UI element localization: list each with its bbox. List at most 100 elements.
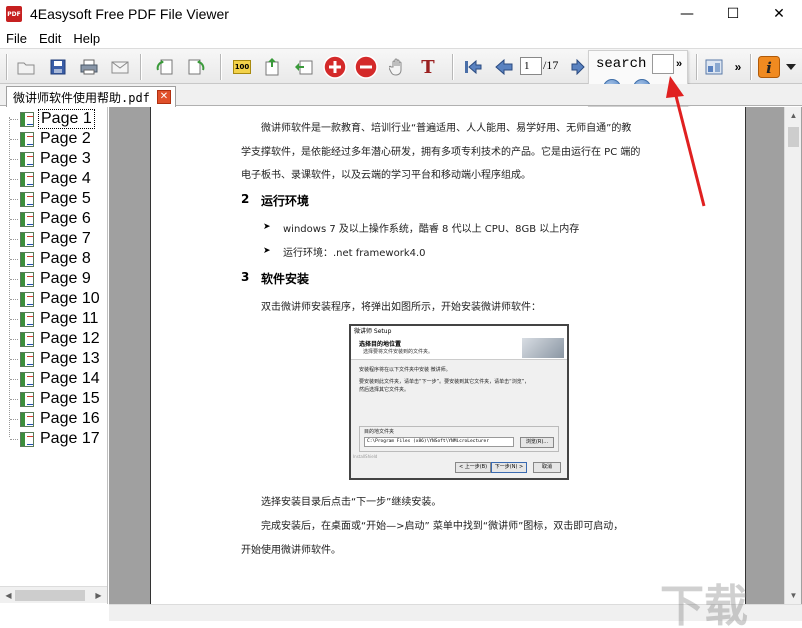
installer-title: 微讲师 Setup (351, 326, 567, 336)
menu-help[interactable]: Help (67, 31, 106, 46)
rotate-left-icon[interactable] (155, 57, 175, 77)
next-page-icon[interactable] (568, 57, 588, 77)
vertical-scroll-thumb[interactable] (788, 127, 799, 147)
zoom-in-icon[interactable] (323, 55, 347, 79)
sidebar-page-label: Page 11 (40, 310, 99, 327)
installer-destination-group: 目的地文件夹 C:\Program Files (x86)\YNSoft\YNM… (359, 426, 559, 452)
sidebar-page-label: Page 17 (40, 430, 100, 447)
intro-paragraph-line: 电子板书、录课软件，以及云端的学习平台和移动端小程序组成。 (241, 170, 531, 181)
search-input[interactable] (652, 54, 674, 74)
sidebar-page-item[interactable]: Page 12 (10, 329, 102, 349)
sidebar-page-item[interactable]: Page 9 (10, 269, 93, 289)
sidebar-page-label: Page 5 (40, 190, 91, 207)
toolbar-separator (220, 54, 222, 80)
page-icon (20, 431, 34, 447)
sidebar-page-item[interactable]: Page 10 (10, 289, 102, 309)
close-button[interactable]: ✕ (756, 0, 802, 28)
previous-page-icon[interactable] (494, 57, 514, 77)
sidebar-horizontal-scrollbar[interactable]: ◀ ▶ (0, 586, 107, 603)
fit-page-icon[interactable] (262, 57, 282, 77)
page-icon (20, 331, 34, 347)
fit-width-icon[interactable] (294, 57, 314, 77)
page-icon (20, 351, 34, 367)
hand-tool-icon[interactable] (387, 57, 407, 77)
sidebar-page-label: Page 4 (40, 170, 91, 187)
tree-tick (10, 258, 18, 260)
installer-screenshot: 微讲师 Setup 选择目的地位置 选择要将文件安装到的文件夹。 安装程序将在以… (349, 324, 569, 480)
toolbar-separator (140, 54, 142, 80)
save-icon[interactable] (48, 57, 68, 77)
info-icon[interactable]: i (758, 56, 780, 78)
scroll-up-arrow[interactable]: ▲ (785, 107, 802, 124)
sidebar-page-item[interactable]: Page 3 (10, 149, 93, 169)
scroll-right-arrow[interactable]: ▶ (90, 587, 107, 604)
print-icon[interactable] (79, 57, 99, 77)
menu-edit[interactable]: Edit (33, 31, 67, 46)
sidebar-page-item[interactable]: Page 7 (10, 229, 93, 249)
sidebar-page-item[interactable]: Page 17 (10, 429, 102, 449)
sidebar-page-label: Page 15 (40, 390, 100, 407)
installer-text: 安装程序将在以下文件夹中安装 微讲师。 (359, 367, 451, 373)
text-select-icon[interactable]: T (418, 57, 438, 78)
watermark-logo: 下载吧 (660, 581, 748, 628)
page-icon (20, 411, 34, 427)
page-icon (20, 231, 34, 247)
sidebar-scroll-thumb[interactable] (15, 590, 85, 601)
sidebar-page-label: Page 10 (40, 290, 100, 307)
sidebar-page-item[interactable]: Page 4 (10, 169, 93, 189)
installer-text: 要安装到此文件夹，请单击“下一步”。要安装到其它文件夹，请单击“浏览”， (359, 379, 530, 385)
sidebar-page-label: Page 16 (40, 410, 100, 427)
installer-group-label: 目的地文件夹 (364, 429, 395, 435)
after-install-line: 选择安装目录后点击“下一步”继续安装。 (261, 497, 442, 508)
actual-size-icon[interactable]: 100 (232, 57, 252, 77)
search-label: search (596, 56, 647, 72)
maximize-button[interactable]: ☐ (710, 0, 756, 28)
sidebar-page-item[interactable]: Page 2 (10, 129, 93, 149)
sidebar-page-item[interactable]: Page 16 (10, 409, 102, 429)
dropdown-arrow-icon[interactable] (784, 57, 798, 77)
installer-back-button: < 上一步(B) (455, 462, 491, 473)
toolbar-overflow-button[interactable]: » (728, 57, 748, 77)
tab-close-icon[interactable]: ✕ (157, 90, 171, 104)
page-icon (20, 151, 34, 167)
tree-tick (10, 178, 18, 180)
zoom-out-icon[interactable] (354, 55, 378, 79)
toolbar-grip (6, 54, 8, 80)
first-page-icon[interactable] (463, 57, 483, 77)
sidebar-page-item[interactable]: Page 15 (10, 389, 102, 409)
sidebar-page-item[interactable]: Page 11 (10, 309, 100, 329)
installer-path-field: C:\Program Files (x86)\YNSoft\YNMicroLec… (364, 437, 514, 447)
rotate-right-icon[interactable] (186, 57, 206, 77)
page-tree-sidebar: Page 1 Page 2 Page 3 Page 4 Page 5 Page 6 Page… (0, 107, 108, 604)
open-folder-icon[interactable] (16, 57, 36, 77)
page-icon (20, 211, 34, 227)
sidebar-page-item[interactable]: Page 5 (10, 189, 93, 209)
section-heading: 运行环境 (261, 194, 310, 208)
thumbnail-view-icon[interactable] (704, 57, 724, 77)
installer-heading: 选择目的地位置 (359, 341, 402, 348)
installer-cancel-button: 取消 (533, 462, 561, 473)
window-title: 4Easysoft Free PDF File Viewer (30, 6, 229, 22)
sidebar-page-label: Page 12 (40, 330, 100, 347)
email-icon[interactable] (110, 57, 130, 77)
sidebar-page-item[interactable]: Page 13 (10, 349, 102, 369)
sidebar-page-label: Page 14 (40, 370, 100, 387)
document-tab-label: 微讲师软件使用帮助.pdf (13, 90, 150, 105)
vertical-scrollbar[interactable]: ▲ ▼ (784, 107, 801, 604)
sidebar-page-item[interactable]: Page 8 (10, 249, 93, 269)
sidebar-page-item[interactable]: Page 1 (10, 109, 95, 129)
search-overflow-button[interactable]: » (676, 58, 682, 70)
minimize-button[interactable]: — (664, 0, 710, 28)
installer-subheading: 选择要将文件安装到的文件夹。 (363, 349, 434, 355)
menu-file[interactable]: File (0, 31, 33, 46)
after-install-line: 完成安装后，在桌面或“开始—>启动” 菜单中找到“微讲师”图标，双击即可启动， (261, 521, 624, 532)
page-number-input[interactable]: 1 (520, 57, 542, 75)
section-heading: 软件安装 (261, 272, 310, 286)
sidebar-page-item[interactable]: Page 14 (10, 369, 102, 389)
toolbar-separator (696, 54, 698, 80)
tree-tick (10, 238, 18, 240)
document-viewer[interactable]: 微讲师软件是一款教育、培训行业“普遍适用、人人能用、易学好用、无师自通”的教 学… (109, 107, 802, 604)
page-icon (20, 291, 34, 307)
sidebar-page-item[interactable]: Page 6 (10, 209, 93, 229)
document-tab[interactable]: 微讲师软件使用帮助.pdf ✕ (6, 86, 176, 107)
